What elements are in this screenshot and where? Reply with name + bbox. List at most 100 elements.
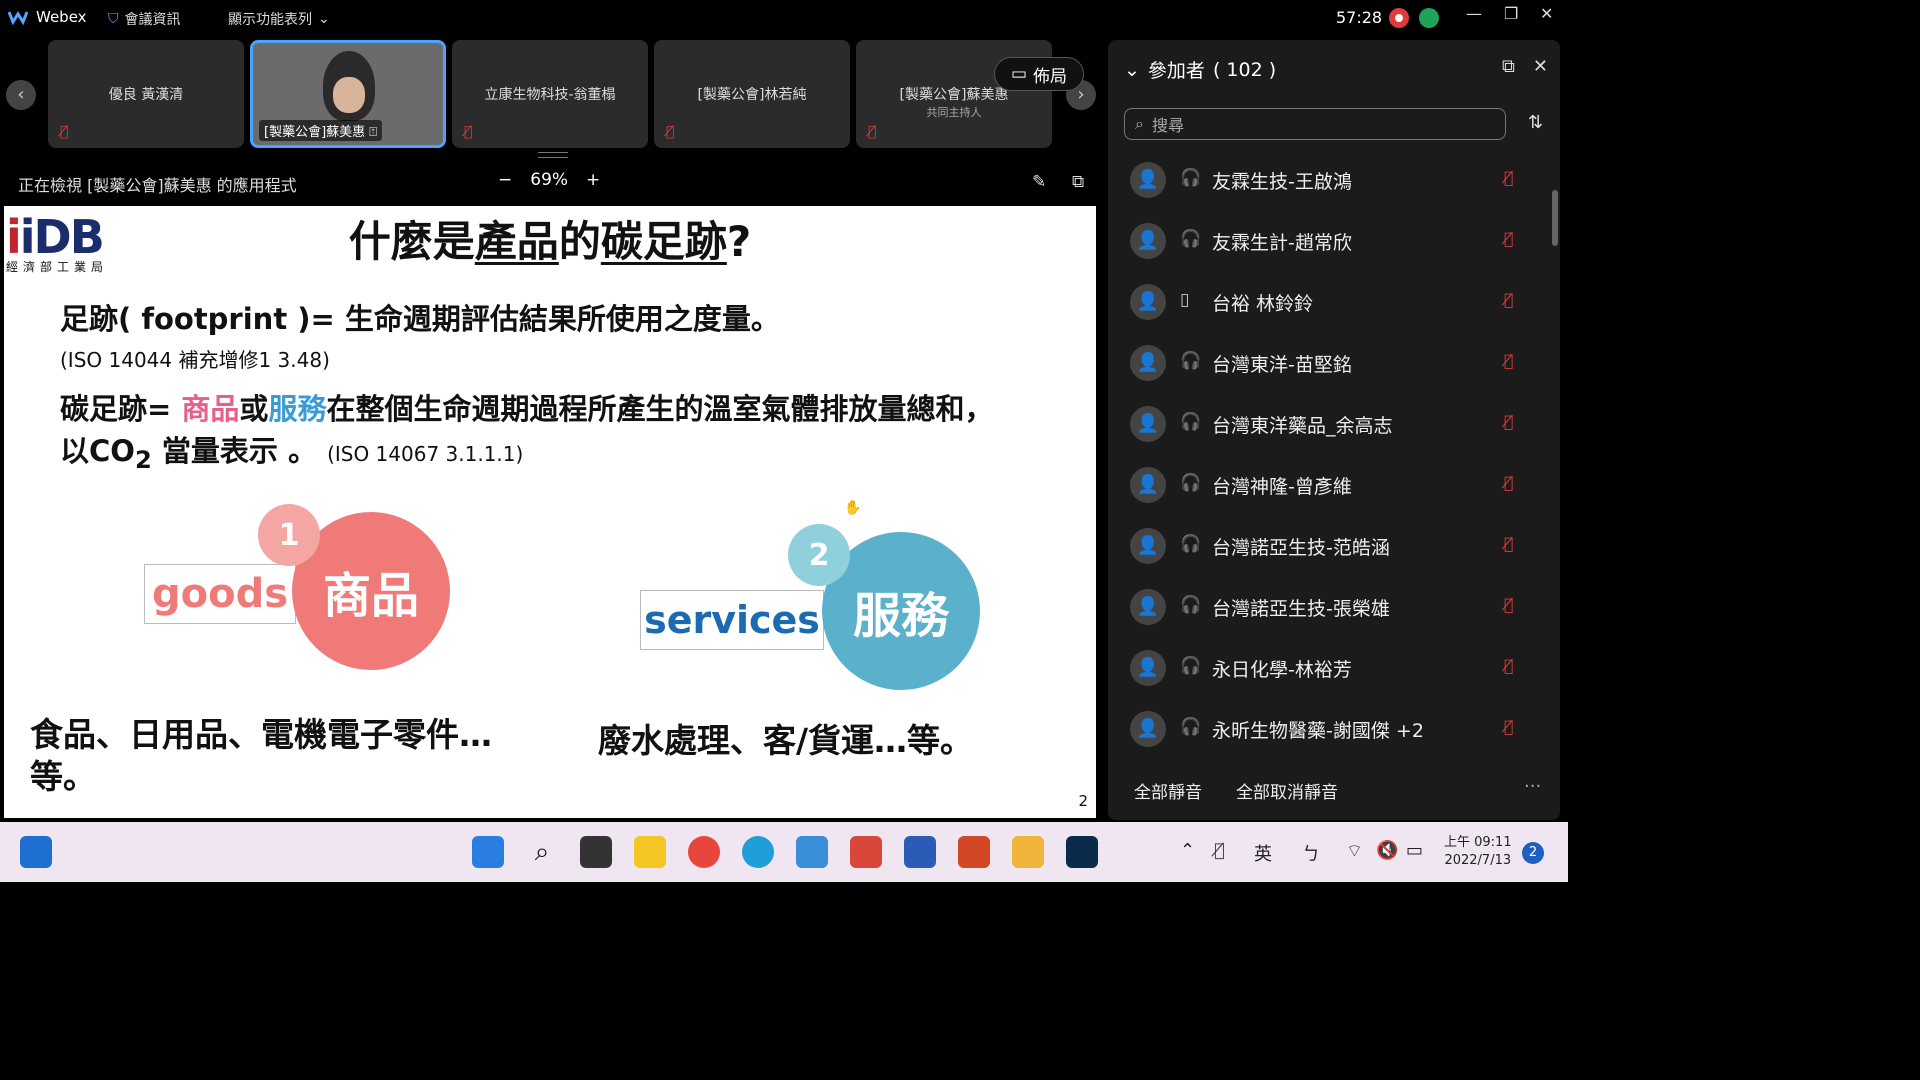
popout-icon[interactable]: ⧉	[1502, 56, 1515, 77]
headset-icon: 🎧	[1180, 473, 1202, 493]
participant-name: [製藥公會]蘇美惠 ⍐	[259, 120, 383, 141]
pdf-reader-icon[interactable]	[850, 836, 882, 868]
muted-mic-icon[interactable]: 🎙̸	[1504, 656, 1514, 675]
cohost-label: 共同主持人	[926, 106, 982, 119]
list-item[interactable]: 👤 🎧 台灣神隆-曾彥維 🎙̸	[1108, 455, 1548, 516]
avatar: 👤	[1130, 711, 1166, 747]
meeting-info-menu[interactable]: ⛉ 會議資訊	[108, 9, 181, 29]
avatar: 👤	[1130, 650, 1166, 686]
list-item[interactable]: 👤 🎧 友霖生計-趙常欣 🎙̸	[1108, 211, 1548, 272]
view-options-icon[interactable]: ⧉	[1072, 172, 1084, 192]
list-item[interactable]: 👤 🎧 台灣東洋藥品_余高志 🎙̸	[1108, 394, 1548, 455]
muted-mic-icon[interactable]: 🎙̸	[1504, 595, 1514, 614]
close-window-button[interactable]: ✕	[1540, 4, 1553, 23]
layout-label: 佈局	[1033, 66, 1068, 87]
battery-icon[interactable]: ▭	[1406, 840, 1423, 861]
notification-badge[interactable]: 2	[1522, 842, 1544, 864]
search-icon: ⌕	[1135, 114, 1144, 133]
recording-icon[interactable]	[1389, 8, 1409, 28]
system-clock[interactable]: 上午 09:11 2022/7/13	[1444, 834, 1512, 870]
resize-handle[interactable]	[538, 152, 568, 158]
participants-count: ( 102 )	[1212, 58, 1277, 81]
edge-icon[interactable]	[742, 836, 774, 868]
zoom-out-button[interactable]: −	[498, 170, 512, 190]
chevron-down-icon[interactable]: ⌄	[1124, 59, 1140, 81]
active-speaker-tile[interactable]: [製藥公會]蘇美惠 ⍐	[250, 40, 446, 148]
chevron-up-icon[interactable]: ⌃	[1180, 840, 1195, 861]
list-item[interactable]: 👤 🎧 台灣東洋-苗堅銘 🎙̸	[1108, 333, 1548, 394]
muted-mic-icon[interactable]: 🎙̸	[1504, 290, 1514, 309]
ime-indicator[interactable]: 英	[1254, 840, 1272, 866]
annotate-icon[interactable]: ✎	[1032, 172, 1046, 192]
more-options-button[interactable]: ···	[1524, 776, 1541, 797]
carbon-footprint-definition: 碳足跡= 商品或服務在整個生命週期過程所產生的溫室氣體排放量總和， 以CO2 當…	[60, 392, 994, 474]
zoom-in-button[interactable]: +	[586, 170, 600, 190]
title-bar: Webex ⛉ 會議資訊 顯示功能表列 ⌄ 57:28 — ❐ ✕	[0, 0, 1568, 36]
volume-muted-icon[interactable]: 🔇	[1376, 840, 1398, 861]
word-icon[interactable]	[904, 836, 936, 868]
close-icon[interactable]: ✕	[1533, 56, 1548, 77]
wifi-icon[interactable]: ⌔	[1346, 840, 1363, 863]
muted-mic-icon: 🎙̸	[868, 124, 877, 140]
headset-icon: 🎧	[1180, 351, 1202, 371]
muted-mic-icon[interactable]: 🎙̸	[1504, 534, 1514, 553]
participants-title: 參加者	[1147, 60, 1205, 82]
webex-taskbar-icon[interactable]	[1066, 836, 1098, 868]
mute-all-button[interactable]: 全部靜音	[1134, 778, 1202, 803]
muted-mic-icon[interactable]: 🎙̸	[1504, 229, 1514, 248]
headset-icon: 🎧	[1180, 412, 1202, 432]
restore-button[interactable]: ❐	[1504, 4, 1518, 23]
list-item[interactable]: 👤 ▯ 台裕 林鈴鈴 🎙̸	[1108, 272, 1548, 333]
headset-icon: 🎧	[1180, 656, 1202, 676]
minimize-button[interactable]: —	[1466, 4, 1482, 23]
scrollbar-thumb[interactable]	[1552, 190, 1558, 246]
avatar: 👤	[1130, 406, 1166, 442]
participants-header[interactable]: ⌄ 參加者 ( 102 )	[1124, 56, 1276, 83]
muted-mic-icon[interactable]: 🎙̸	[1504, 412, 1514, 431]
start-icon[interactable]	[472, 836, 504, 868]
headset-icon: 🎧	[1180, 168, 1202, 188]
muted-mic-icon[interactable]: 🎙̸	[1504, 473, 1514, 492]
widgets-icon[interactable]	[20, 836, 52, 868]
powerpoint-icon[interactable]	[958, 836, 990, 868]
list-item[interactable]: 👤 🎧 永昕生物醫藥-謝國傑 +2 🎙̸	[1108, 699, 1548, 760]
ime-mode-indicator[interactable]: ㄅ	[1302, 840, 1320, 866]
participant-search-input[interactable]: ⌕ 搜尋	[1124, 108, 1506, 140]
sticky-notes-icon[interactable]	[634, 836, 666, 868]
chrome-icon[interactable]	[688, 836, 720, 868]
unmute-all-button[interactable]: 全部取消靜音	[1236, 778, 1338, 803]
sort-icon[interactable]: ⇅	[1528, 112, 1543, 133]
mic-muted-tray-icon[interactable]: 🎙̸	[1214, 840, 1225, 861]
taskbar: ⌕ ⌃ 🎙̸ 英 ㄅ ⌔ 🔇 ▭ 上午 09:11 2022/7/13 2	[0, 822, 1568, 882]
network-health-icon[interactable]	[1419, 8, 1439, 28]
list-item[interactable]: 👤 🎧 台灣諾亞生技-張榮雄 🎙̸	[1108, 577, 1548, 638]
video-tile[interactable]: 立康生物科技-翁董榻 🎙̸	[452, 40, 648, 148]
participant-name: 台灣東洋-苗堅銘	[1212, 354, 1352, 376]
participant-name: 立康生物科技-翁董榻	[484, 87, 616, 103]
services-examples: 廢水處理、客/貨運…等。	[598, 721, 974, 760]
webex-logo-icon	[8, 11, 28, 25]
muted-mic-icon[interactable]: 🎙̸	[1504, 168, 1514, 187]
search-icon[interactable]: ⌕	[526, 836, 558, 868]
avatar: 👤	[1130, 467, 1166, 503]
avatar: 👤	[1130, 162, 1166, 198]
task-view-icon[interactable]	[580, 836, 612, 868]
list-item[interactable]: 👤 🎧 台灣諾亞生技-范皓涵 🎙̸	[1108, 516, 1548, 577]
show-menu-bar[interactable]: 顯示功能表列 ⌄	[228, 9, 330, 29]
muted-mic-icon[interactable]: 🎙̸	[1504, 717, 1514, 736]
participants-panel: ⌄ 參加者 ( 102 ) ⧉ ✕ ⌕ 搜尋 ⇅ 👤 🎧 友霖生技-王啟鴻 🎙̸…	[1108, 40, 1560, 820]
list-item[interactable]: 👤 🎧 永日化學-林裕芳 🎙̸	[1108, 638, 1548, 699]
notepad-icon[interactable]	[796, 836, 828, 868]
video-tile[interactable]: 優良 黃漢清 🎙̸	[48, 40, 244, 148]
avatar: 👤	[1130, 345, 1166, 381]
muted-mic-icon[interactable]: 🎙̸	[1504, 351, 1514, 370]
video-tile[interactable]: [製藥公會]林若純 🎙̸	[654, 40, 850, 148]
zoom-level: 69%	[530, 170, 569, 190]
layout-button[interactable]: ▭ 佈局	[994, 57, 1084, 91]
footprint-definition: 足跡( footprint )= 生命週期評估結果所使用之度量。	[60, 302, 780, 336]
prev-page-button[interactable]: ‹	[6, 80, 36, 110]
list-item[interactable]: 👤 🎧 友霖生技-王啟鴻 🎙̸	[1108, 150, 1548, 211]
file-explorer-icon[interactable]	[1012, 836, 1044, 868]
participant-name: 永昕生物醫藥-謝國傑 +2	[1212, 720, 1424, 742]
services-label: services	[640, 590, 824, 650]
